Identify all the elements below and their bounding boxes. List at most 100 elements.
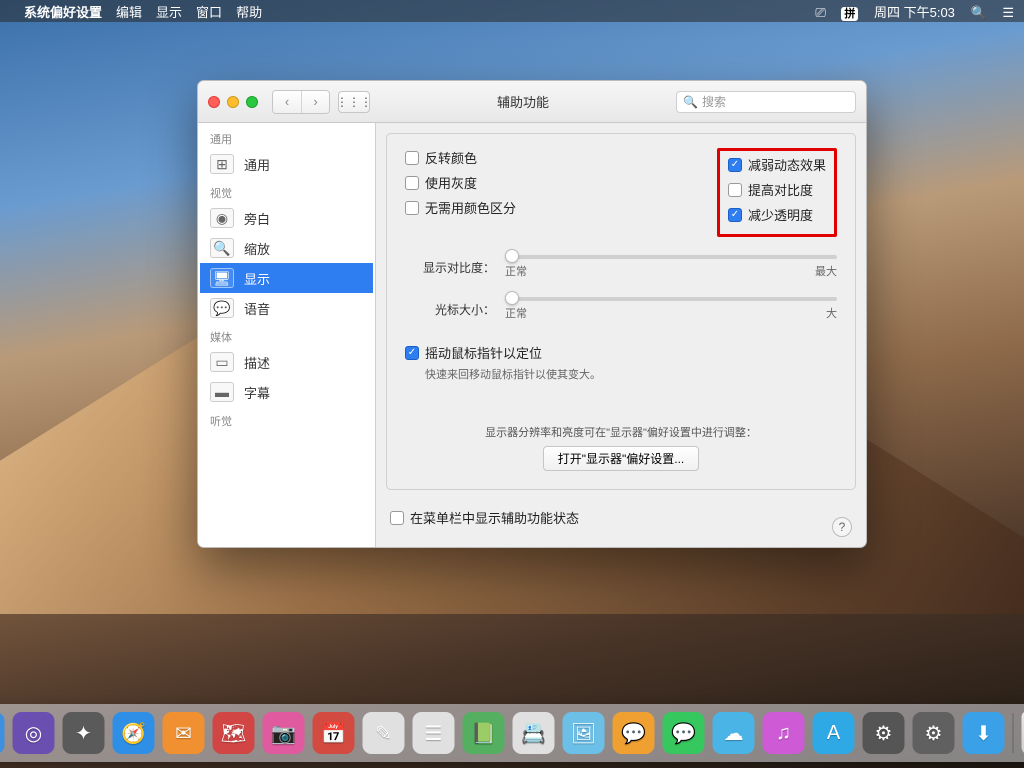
dock-app-9[interactable]: ☰: [413, 712, 455, 754]
dock-app-20[interactable]: ⬇︎: [963, 712, 1005, 754]
menubar-app-name[interactable]: 系统偏好设置: [24, 2, 102, 21]
cursor-slider[interactable]: [505, 297, 837, 301]
sidebar-item-label: 旁白: [244, 209, 270, 228]
sidebar-item-旁白[interactable]: ◉旁白: [200, 203, 373, 233]
sidebar-section-label: 听觉: [200, 407, 373, 431]
cursor-label: 光标大小：: [405, 301, 495, 318]
dock-app-4[interactable]: ✉︎: [163, 712, 205, 754]
dock-app-5[interactable]: 🗺: [213, 712, 255, 754]
sidebar-item-icon: ▭: [210, 352, 234, 372]
open-display-prefs-button[interactable]: 打开"显示器"偏好设置...: [543, 446, 700, 471]
sidebar-item-icon: 🔍: [210, 238, 234, 258]
menubar-datetime[interactable]: 周四 下午5:03: [874, 5, 955, 20]
option-right-row-1[interactable]: 提高对比度: [728, 180, 826, 199]
dock-app-17[interactable]: A: [813, 712, 855, 754]
contrast-slider-row: 显示对比度： 正常最大: [405, 255, 837, 279]
option-left-row-0[interactable]: 反转颜色: [405, 148, 585, 167]
dock-app-19[interactable]: ⚙︎: [913, 712, 955, 754]
sidebar-item-语音[interactable]: 💬语音: [200, 293, 373, 323]
dock: ☺◎✦🧭✉︎🗺📷📅✎☰📗📇🖼💬💬☁︎♫A⚙︎⚙︎⬇︎: [0, 704, 1024, 762]
sidebar-item-icon: 💬: [210, 298, 234, 318]
option-left-label-2: 无需用颜色区分: [425, 198, 516, 217]
status-menubar-checkbox[interactable]: [390, 511, 404, 525]
shake-help-text: 快速来回移动鼠标指针以使其变大。: [425, 366, 837, 382]
menubar-item-help[interactable]: 帮助: [236, 2, 262, 21]
option-left-checkbox-2[interactable]: [405, 201, 419, 215]
sidebar-item-label: 通用: [244, 155, 270, 174]
menubar-item-edit[interactable]: 编辑: [116, 2, 142, 21]
zoom-button[interactable]: [246, 96, 258, 108]
dock-separator: [1013, 713, 1014, 753]
sidebar-item-label: 描述: [244, 353, 270, 372]
menubar: 系统偏好设置 编辑 显示 窗口 帮助 ⎚ 拼 周四 下午5:03 🔍 ☰: [0, 0, 1024, 22]
dock-app-16[interactable]: ♫: [763, 712, 805, 754]
dock-app-6[interactable]: 📷: [263, 712, 305, 754]
spotlight-icon[interactable]: 🔍: [971, 5, 987, 20]
sidebar-item-label: 显示: [244, 269, 270, 288]
dock-app-12[interactable]: 🖼: [563, 712, 605, 754]
menubar-item-view[interactable]: 显示: [156, 2, 182, 21]
menu-list-icon[interactable]: ☰: [1002, 5, 1014, 20]
search-placeholder: 搜索: [702, 93, 726, 110]
dock-app-1[interactable]: ◎: [13, 712, 55, 754]
sidebar-item-字幕[interactable]: ▬ 字幕: [200, 377, 373, 407]
contrast-slider[interactable]: [505, 255, 837, 259]
menubar-item-window[interactable]: 窗口: [196, 2, 222, 21]
dock-app-2[interactable]: ✦: [63, 712, 105, 754]
option-right-checkbox-0[interactable]: ✓: [728, 158, 742, 172]
sidebar-item-label: 缩放: [244, 239, 270, 258]
shake-checkbox-row[interactable]: ✓ 摇动鼠标指针以定位: [405, 343, 837, 362]
option-left-label-1: 使用灰度: [425, 173, 477, 192]
dock-app-7[interactable]: 📅: [313, 712, 355, 754]
dock-app-8[interactable]: ✎: [363, 712, 405, 754]
sidebar-item-通用[interactable]: ⊞ 通用: [200, 149, 373, 179]
option-right-label-1: 提高对比度: [748, 180, 813, 199]
dock-app-13[interactable]: 💬: [613, 712, 655, 754]
dock-app-18[interactable]: ⚙︎: [863, 712, 905, 754]
sidebar-section-label: 媒体: [200, 323, 373, 347]
forward-button[interactable]: ›: [301, 91, 329, 113]
window-titlebar[interactable]: ‹ › ⋮⋮⋮ 辅助功能 🔍 搜索: [198, 81, 866, 123]
sidebar-item-icon: ▬: [210, 382, 234, 402]
shake-checkbox[interactable]: ✓: [405, 346, 419, 360]
sidebar-section-label: 视觉: [200, 179, 373, 203]
show-all-button[interactable]: ⋮⋮⋮: [338, 91, 370, 113]
sidebar-item-缩放[interactable]: 🔍 缩放: [200, 233, 373, 263]
input-method-icon[interactable]: 拼: [841, 7, 858, 21]
option-left-row-2[interactable]: 无需用颜色区分: [405, 198, 585, 217]
close-button[interactable]: [208, 96, 220, 108]
option-right-row-0[interactable]: ✓减弱动态效果: [728, 155, 826, 174]
cursor-slider-row: 光标大小： 正常大: [405, 297, 837, 321]
option-left-checkbox-0[interactable]: [405, 151, 419, 165]
airplay-icon[interactable]: ⎚: [815, 5, 825, 20]
option-left-label-0: 反转颜色: [425, 148, 477, 167]
option-right-checkbox-2[interactable]: ✓: [728, 208, 742, 222]
option-left-row-1[interactable]: 使用灰度: [405, 173, 585, 192]
sidebar-item-描述[interactable]: ▭ 描述: [200, 347, 373, 377]
prefs-window: ‹ › ⋮⋮⋮ 辅助功能 🔍 搜索 通用⊞通用视觉◉旁白🔍缩放🖥显示💬语音媒体▭…: [197, 80, 867, 548]
option-right-row-2[interactable]: ✓ 减少透明度: [728, 205, 826, 224]
sidebar-item-显示[interactable]: 🖥 显示: [200, 263, 373, 293]
option-left-checkbox-1[interactable]: [405, 176, 419, 190]
annotation-highlight: ✓减弱动态效果提高对比度 ✓ 减少透明度: [717, 148, 837, 237]
option-right-label-2: 减少透明度: [748, 205, 813, 224]
content-pane: 反转颜色使用灰度无需用颜色区分 ✓减弱动态效果提高对比度 ✓ 减少透明度 显示对比度…: [386, 133, 856, 490]
dock-app-14[interactable]: 💬: [663, 712, 705, 754]
minimize-button[interactable]: [227, 96, 239, 108]
sidebar-item-label: 字幕: [244, 383, 270, 402]
status-menubar-checkbox-row[interactable]: 在菜单栏中显示辅助功能状态: [390, 508, 852, 527]
dock-app-11[interactable]: 📇: [513, 712, 555, 754]
sidebar-item-icon: 🖥: [210, 268, 234, 288]
option-right-checkbox-1[interactable]: [728, 183, 742, 197]
sidebar-item-icon: ⊞: [210, 154, 234, 174]
sidebar[interactable]: 通用⊞通用视觉◉旁白🔍缩放🖥显示💬语音媒体▭描述▬字幕听觉: [198, 123, 376, 547]
dock-app-0[interactable]: ☺: [0, 712, 5, 754]
help-button[interactable]: ?: [832, 517, 852, 537]
nav-buttons: ‹ ›: [272, 90, 330, 114]
dock-app-15[interactable]: ☁︎: [713, 712, 755, 754]
back-button[interactable]: ‹: [273, 91, 301, 113]
search-input[interactable]: 🔍 搜索: [676, 91, 856, 113]
search-icon: 🔍: [683, 95, 698, 109]
dock-app-3[interactable]: 🧭: [113, 712, 155, 754]
dock-app-10[interactable]: 📗: [463, 712, 505, 754]
